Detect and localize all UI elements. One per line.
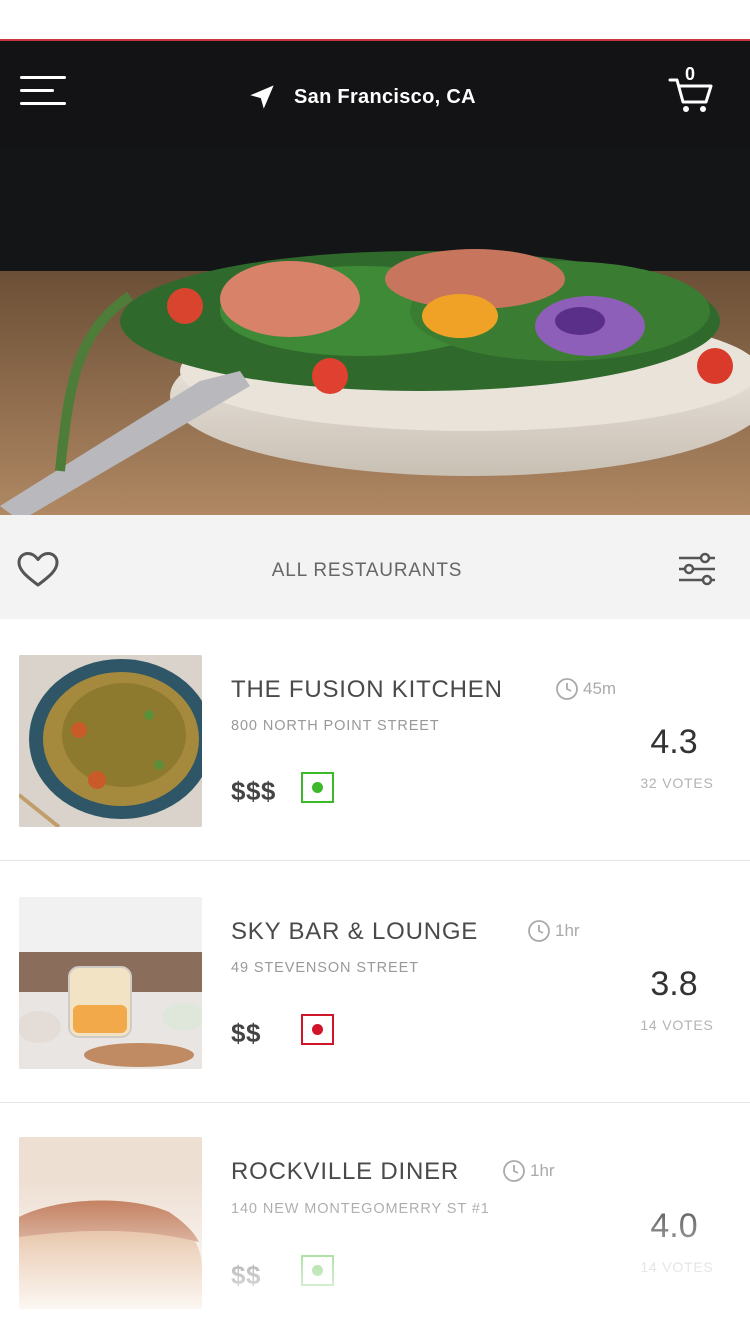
rating-value: 4.0 — [650, 1207, 698, 1245]
delivery-time-label: 45m — [583, 679, 617, 698]
restaurant-thumbnail — [19, 1137, 202, 1309]
restaurant-row[interactable]: SKY BAR & LOUNGE 1hr 49 STEVENSON STREET… — [0, 861, 750, 1103]
delivery-time: 45m — [555, 677, 616, 701]
restaurant-name: SKY BAR & LOUNGE — [231, 918, 479, 945]
cart-button[interactable]: 0 — [668, 64, 714, 114]
restaurant-thumbnail — [19, 655, 202, 827]
status-area — [0, 0, 750, 41]
cart-count-badge: 0 — [685, 64, 696, 84]
filter-title[interactable]: ALL RESTAURANTS — [0, 560, 734, 582]
restaurant-address: 49 STEVENSON STREET — [231, 960, 419, 976]
clock-icon — [528, 920, 550, 942]
restaurant-thumbnail — [19, 897, 202, 1069]
votes-count: 32 VOTES — [640, 775, 714, 791]
delivery-time: 1hr — [527, 919, 580, 943]
restaurant-address: 800 NORTH POINT STREET — [231, 718, 440, 734]
price-level: $$ — [231, 1260, 261, 1290]
delivery-time-label: 1hr — [530, 1161, 555, 1180]
restaurant-name: THE FUSION KITCHEN — [231, 676, 503, 703]
clock-icon — [503, 1160, 525, 1182]
price-level: $$$ — [231, 776, 276, 806]
location-selector[interactable]: San Francisco, CA — [248, 82, 476, 112]
sliders-icon[interactable] — [676, 550, 718, 588]
votes-count: 14 VOTES — [640, 1259, 714, 1275]
restaurant-address: 140 NEW MONTEGOMERRY ST #1 — [231, 1201, 490, 1217]
delivery-time-label: 1hr — [555, 921, 580, 940]
clock-icon — [556, 678, 578, 700]
restaurant-row[interactable]: THE FUSION KITCHEN 45m 800 NORTH POINT S… — [0, 619, 750, 861]
restaurant-name: ROCKVILLE DINER — [231, 1158, 460, 1185]
location-label: San Francisco, CA — [294, 85, 476, 108]
rating-value: 4.3 — [650, 723, 698, 761]
veg-indicator-icon — [301, 1255, 334, 1286]
price-level: $$ — [231, 1018, 261, 1048]
rating-value: 3.8 — [650, 965, 698, 1003]
hamburger-menu-icon[interactable] — [20, 76, 66, 108]
restaurant-row[interactable]: ROCKVILLE DINER 1hr 140 NEW MONTEGOMERRY… — [0, 1103, 750, 1335]
non-veg-indicator-icon — [301, 1014, 334, 1045]
veg-indicator-icon — [301, 772, 334, 803]
votes-count: 14 VOTES — [640, 1017, 714, 1033]
navigation-arrow-icon — [250, 85, 274, 109]
delivery-time: 1hr — [502, 1159, 555, 1183]
